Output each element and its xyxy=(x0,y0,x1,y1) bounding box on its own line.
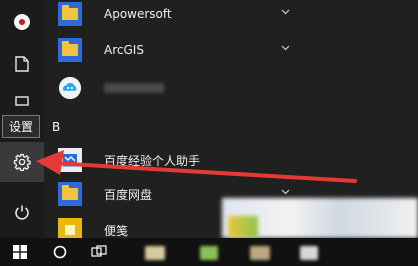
document-icon xyxy=(15,56,29,72)
chevron-down-icon[interactable] xyxy=(281,45,290,51)
documents-button[interactable] xyxy=(0,44,44,84)
app-name: ArcGIS xyxy=(104,43,144,57)
app-item-arcgis[interactable]: ArcGIS xyxy=(44,32,304,68)
app-tile xyxy=(58,148,82,172)
app-tile xyxy=(58,218,82,238)
picture-icon xyxy=(15,96,29,106)
folder-icon xyxy=(62,185,78,200)
power-button[interactable] xyxy=(0,192,44,232)
cloud-icon xyxy=(58,76,82,100)
app-name: 便笺 xyxy=(104,223,129,238)
start-menu: 设置 Apowersoft ArcGIS B 百度经验个人助手 百度网盘 便笺 xyxy=(0,0,418,238)
start-button[interactable] xyxy=(0,238,40,266)
settings-tooltip: 设置 xyxy=(2,115,41,138)
windows-logo-icon xyxy=(13,245,27,259)
taskbar-app-blurred[interactable] xyxy=(300,246,318,260)
cortana-circle-icon xyxy=(53,245,67,259)
user-account-button[interactable] xyxy=(0,2,44,42)
task-view-button[interactable] xyxy=(84,238,114,266)
sticky-notes-icon xyxy=(65,225,75,235)
taskbar-app-blurred[interactable] xyxy=(200,246,218,260)
app-tile xyxy=(58,38,82,62)
app-item-baidu-jingyan[interactable]: 百度经验个人助手 xyxy=(44,142,304,178)
section-header-b[interactable]: B xyxy=(52,120,60,134)
chevron-down-icon[interactable] xyxy=(281,9,290,15)
app-tile xyxy=(58,76,82,100)
settings-button[interactable] xyxy=(0,142,44,182)
gear-icon xyxy=(13,153,31,171)
folder-icon xyxy=(62,5,78,20)
power-icon xyxy=(15,205,29,220)
baidu-jingyan-icon xyxy=(63,154,77,167)
app-name: 百度网盘 xyxy=(104,187,153,202)
folder-icon xyxy=(62,41,78,56)
app-name: Apowersoft xyxy=(104,7,172,21)
taskbar xyxy=(0,238,418,266)
app-item-blurred[interactable] xyxy=(44,70,304,106)
blurred-app-name xyxy=(104,83,164,93)
task-view-icon xyxy=(91,245,107,257)
chevron-down-icon[interactable] xyxy=(281,189,290,195)
app-name: 百度经验个人助手 xyxy=(104,153,201,168)
pictures-button[interactable] xyxy=(0,90,44,112)
user-avatar-icon xyxy=(14,14,30,30)
app-tile xyxy=(58,2,82,26)
taskbar-app-blurred[interactable] xyxy=(250,246,270,260)
taskbar-app-blurred[interactable] xyxy=(145,246,165,260)
search-button[interactable] xyxy=(44,238,76,266)
app-item-apowersoft[interactable]: Apowersoft xyxy=(44,0,304,32)
blurred-live-tile-accent xyxy=(228,216,258,238)
app-tile xyxy=(58,182,82,206)
